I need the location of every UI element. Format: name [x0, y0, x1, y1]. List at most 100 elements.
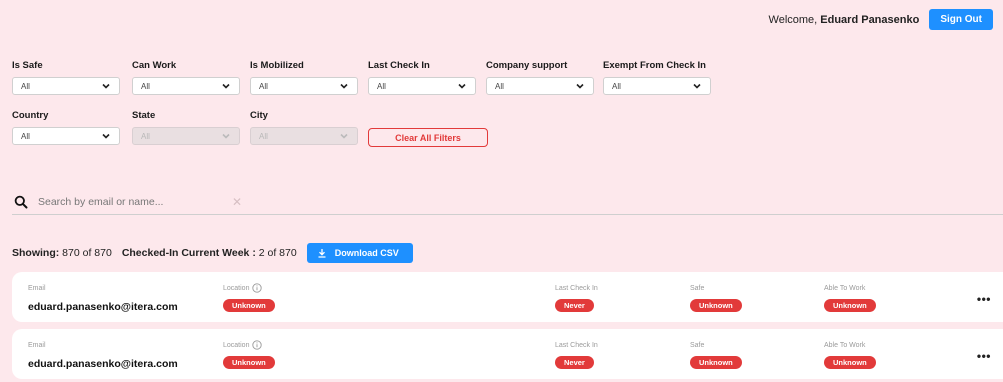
filter-label: Is Safe	[12, 60, 43, 71]
chevron-down-icon	[221, 81, 231, 91]
able-to-work-header: Able To Work	[824, 284, 866, 292]
filter-last-check-in: Last Check In All	[368, 60, 476, 95]
location-badge: Unknown	[223, 299, 275, 312]
filter-can-work: Can Work All	[132, 60, 240, 95]
sign-out-button[interactable]: Sign Out	[929, 9, 993, 30]
filter-state: State All	[132, 110, 240, 145]
able-to-work-badge: Unknown	[824, 356, 876, 369]
checked-in-value: 2 of 870	[258, 247, 297, 259]
table-row[interactable]: Email eduard.panasenko@itera.com Locatio…	[12, 272, 1003, 322]
last-check-in-header: Last Check In	[555, 341, 598, 349]
select-value: All	[141, 81, 150, 91]
safe-badge: Unknown	[690, 299, 742, 312]
checked-in-count: Checked-In Current Week : 2 of 870	[122, 247, 297, 259]
select-value: All	[21, 131, 30, 141]
user-name: Eduard Panasenko	[820, 13, 920, 26]
select-value: All	[495, 81, 504, 91]
city-select: All	[250, 127, 358, 145]
showing-count: Showing: 870 of 870	[12, 247, 112, 259]
email-column: Email eduard.panasenko@itera.com	[28, 340, 178, 371]
location-header: Location	[223, 283, 275, 293]
download-icon	[318, 249, 326, 258]
search-input[interactable]	[38, 195, 228, 208]
filter-label: Last Check In	[368, 60, 430, 71]
filter-is-safe: Is Safe All	[12, 60, 120, 95]
chevron-down-icon	[575, 81, 585, 91]
is-mobilized-select[interactable]: All	[250, 77, 358, 95]
is-safe-select[interactable]: All	[12, 77, 120, 95]
clear-all-filters-button[interactable]: Clear All Filters	[368, 128, 488, 147]
info-icon[interactable]	[252, 283, 263, 293]
welcome-prefix: Welcome,	[768, 13, 821, 26]
chevron-down-icon	[221, 131, 231, 141]
search-bar: ✕	[12, 189, 1003, 215]
filter-city: City All	[250, 110, 358, 145]
filter-exempt-from-check-in: Exempt From Check In All	[603, 60, 711, 95]
checked-in-label: Checked-In Current Week :	[121, 247, 256, 259]
select-value: All	[612, 81, 621, 91]
country-select[interactable]: All	[12, 127, 120, 145]
location-header-label: Location	[223, 341, 250, 349]
top-bar: Welcome, Eduard Panasenko Sign Out	[769, 9, 993, 30]
download-csv-button[interactable]: Download CSV	[306, 243, 413, 263]
showing-label: Showing:	[12, 247, 60, 259]
email-column: Email eduard.panasenko@itera.com	[28, 283, 178, 314]
able-to-work-column: Able To Work Unknown	[824, 283, 876, 313]
company-support-select[interactable]: All	[486, 77, 594, 95]
select-value: All	[21, 81, 30, 91]
email-value: eduard.panasenko@itera.com	[28, 358, 178, 370]
more-options-icon[interactable]: •••	[977, 292, 991, 306]
chevron-down-icon	[339, 81, 349, 91]
last-check-in-badge: Never	[555, 299, 594, 312]
last-check-in-column: Last Check In Never	[555, 340, 598, 370]
chevron-down-icon	[457, 81, 467, 91]
download-csv-label: Download CSV	[334, 248, 399, 258]
last-check-in-select[interactable]: All	[368, 77, 476, 95]
chevron-down-icon	[692, 81, 702, 91]
location-column: Location Unknown	[223, 283, 275, 313]
state-select: All	[132, 127, 240, 145]
filter-country: Country All	[12, 110, 120, 145]
filter-label: Can Work	[132, 60, 177, 71]
filter-is-mobilized: Is Mobilized All	[250, 60, 358, 95]
last-check-in-header: Last Check In	[555, 284, 598, 292]
clear-search-icon[interactable]: ✕	[232, 195, 242, 209]
select-value: All	[377, 81, 386, 91]
able-to-work-badge: Unknown	[824, 299, 876, 312]
location-header-label: Location	[223, 284, 250, 292]
info-icon[interactable]	[252, 340, 263, 350]
email-value: eduard.panasenko@itera.com	[28, 301, 178, 313]
safe-header: Safe	[690, 284, 705, 292]
able-to-work-header: Able To Work	[824, 341, 866, 349]
can-work-select[interactable]: All	[132, 77, 240, 95]
filter-label: Exempt From Check In	[603, 60, 706, 71]
email-header: Email	[28, 284, 46, 292]
showing-value: 870 of 870	[62, 247, 112, 259]
safe-badge: Unknown	[690, 356, 742, 369]
chevron-down-icon	[101, 131, 111, 141]
email-header: Email	[28, 341, 46, 349]
exempt-select[interactable]: All	[603, 77, 711, 95]
table-row[interactable]: Email eduard.panasenko@itera.com Locatio…	[12, 329, 1003, 379]
filter-label: Country	[12, 110, 49, 121]
able-to-work-column: Able To Work Unknown	[824, 340, 876, 370]
last-check-in-badge: Never	[555, 356, 594, 369]
location-header: Location	[223, 340, 275, 350]
select-value: All	[141, 131, 150, 141]
filter-label: Company support	[486, 60, 568, 71]
filter-label: State	[132, 110, 156, 121]
more-options-icon[interactable]: •••	[977, 349, 991, 363]
filter-label: Is Mobilized	[250, 60, 304, 71]
filter-label: City	[250, 110, 268, 121]
chevron-down-icon	[339, 131, 349, 141]
safe-column: Safe Unknown	[690, 340, 742, 370]
last-check-in-column: Last Check In Never	[555, 283, 598, 313]
safe-header: Safe	[690, 341, 705, 349]
select-value: All	[259, 131, 268, 141]
select-value: All	[259, 81, 268, 91]
search-icon	[14, 195, 28, 208]
welcome-text: Welcome, Eduard Panasenko	[769, 14, 920, 26]
results-summary: Showing: 870 of 870 Checked-In Current W…	[12, 243, 413, 263]
filter-company-support: Company support All	[486, 60, 594, 95]
safe-column: Safe Unknown	[690, 283, 742, 313]
